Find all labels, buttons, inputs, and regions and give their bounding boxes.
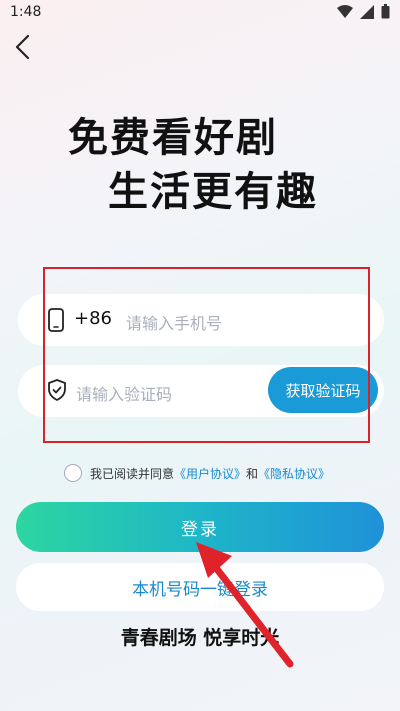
agreement-and: 和 [246, 466, 259, 481]
hero-title-line1: 免费看好剧 [68, 115, 278, 161]
user-agreement-link[interactable]: 《用户协议》 [174, 465, 246, 482]
annotation-arrow [196, 542, 294, 668]
back-arrow-icon[interactable] [12, 34, 34, 60]
wifi-icon [337, 4, 353, 18]
status-icons [337, 4, 390, 19]
annotation-highlight-box [43, 267, 370, 443]
status-time: 1:48 [10, 4, 42, 20]
agreement-row: 我已阅读并同意 《用户协议》 和 《隐私协议》 [64, 464, 330, 482]
battery-icon [381, 4, 390, 19]
agreement-checkbox[interactable] [64, 464, 82, 482]
agreement-prefix: 我已阅读并同意 [90, 466, 175, 481]
signal-icon [360, 4, 374, 19]
hero-title-line2: 生活更有趣 [108, 169, 318, 215]
privacy-policy-link[interactable]: 《隐私协议》 [258, 465, 330, 482]
